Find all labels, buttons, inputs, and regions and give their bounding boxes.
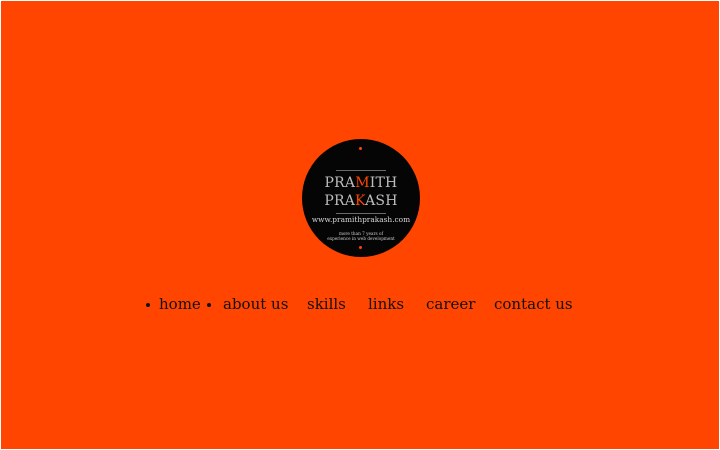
nav-item-career[interactable]: career: [426, 294, 475, 314]
nav-item-links[interactable]: links: [368, 294, 404, 314]
main-navigation: home about us skills links career contac…: [1, 294, 719, 316]
logo-last-name-accent: K: [355, 193, 366, 209]
logo-last-name-part-a: PRA: [324, 193, 356, 209]
logo-bottom-dot: [359, 246, 362, 249]
logo-top-dot: [359, 147, 362, 150]
logo-last-name: PRAKASH: [302, 194, 420, 208]
nav-item-skills[interactable]: skills: [307, 294, 346, 314]
logo-tagline-line-2: experience in web development: [327, 236, 395, 241]
logo-tagline: more than 7 years of experience in web d…: [302, 231, 420, 241]
nav-item-contact-us[interactable]: contact us: [494, 294, 573, 314]
logo-first-name-part-a: PRA: [324, 175, 356, 191]
nav-item-home[interactable]: home: [159, 294, 201, 314]
page: PRAMITH PRAKASH www.pramithprakash.com m…: [1, 1, 719, 449]
logo-website: www.pramithprakash.com: [311, 215, 411, 224]
logo-first-name-part-b: ITH: [369, 175, 398, 191]
site-logo[interactable]: PRAMITH PRAKASH www.pramithprakash.com m…: [302, 139, 420, 257]
logo-first-name-accent: M: [355, 175, 370, 191]
logo-top-rule: [336, 170, 386, 171]
logo-first-name: PRAMITH: [302, 176, 420, 190]
logo-last-name-part-b: ASH: [365, 193, 398, 209]
logo-bottom-rule: [336, 213, 386, 214]
nav-item-about-us[interactable]: about us: [223, 294, 288, 314]
